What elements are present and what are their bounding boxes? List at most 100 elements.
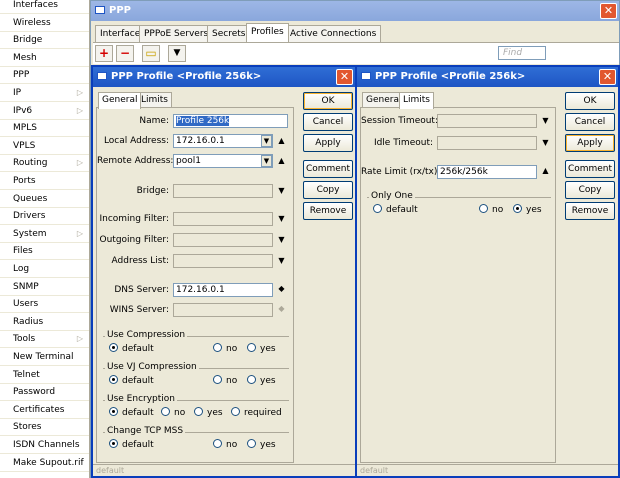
chevron-down-icon[interactable]: ▼ bbox=[261, 155, 272, 167]
radio-yes[interactable]: yes bbox=[513, 204, 542, 215]
sidebar-item-interfaces[interactable]: Interfaces bbox=[0, 0, 89, 14]
sidebar-item-mesh[interactable]: Mesh bbox=[0, 50, 89, 67]
sidebar-item-drivers[interactable]: Drivers bbox=[0, 208, 89, 226]
sidebar-item-stores[interactable]: Stores bbox=[0, 419, 89, 437]
sidebar-item-radius[interactable]: Radius bbox=[0, 314, 89, 331]
close-icon[interactable]: ✕ bbox=[599, 69, 616, 85]
address-list-field[interactable] bbox=[173, 254, 273, 268]
sidebar-item-wireless[interactable]: Wireless bbox=[0, 15, 89, 32]
comment-button[interactable]: Comment bbox=[303, 160, 353, 178]
chevron-down-icon[interactable]: ▼ bbox=[277, 256, 286, 265]
remote-address-field[interactable]: pool1 bbox=[173, 154, 273, 168]
wins-server-field[interactable] bbox=[173, 303, 273, 317]
radio-yes[interactable]: yes bbox=[247, 375, 276, 386]
stepper-icon[interactable]: ◆ bbox=[277, 284, 286, 293]
chevron-down-icon[interactable]: ▼ bbox=[261, 135, 272, 147]
sidebar-item-system[interactable]: System ▷ bbox=[0, 226, 89, 243]
radio-default[interactable]: default bbox=[109, 439, 154, 450]
sidebar-item-ports[interactable]: Ports bbox=[0, 173, 89, 190]
remove-button[interactable]: Remove bbox=[303, 202, 353, 220]
ok-button[interactable]: OK bbox=[565, 92, 615, 110]
radio-yes[interactable]: yes bbox=[247, 439, 276, 450]
sidebar-item-snmp[interactable]: SNMP bbox=[0, 279, 89, 296]
sidebar-item-queues[interactable]: Queues bbox=[0, 191, 89, 208]
comment-icon[interactable]: ▭ bbox=[142, 45, 160, 62]
sidebar-item-make-supout-rif[interactable]: Make Supout.rif bbox=[0, 455, 89, 472]
sidebar-item-files[interactable]: Files bbox=[0, 243, 89, 261]
sidebar-item-certificates[interactable]: Certificates bbox=[0, 402, 89, 419]
incoming-filter-field[interactable] bbox=[173, 212, 273, 226]
radio-default[interactable]: default bbox=[373, 204, 418, 215]
session-timeout-field[interactable] bbox=[437, 114, 537, 128]
outgoing-filter-field[interactable] bbox=[173, 233, 273, 247]
sidebar-item-routing[interactable]: Routing ▷ bbox=[0, 155, 89, 173]
chevron-up-icon[interactable]: ▲ bbox=[277, 136, 286, 145]
sidebar-item-bridge[interactable]: Bridge bbox=[0, 32, 89, 50]
close-icon[interactable]: ✕ bbox=[600, 3, 617, 19]
radio-no[interactable]: no bbox=[213, 375, 237, 386]
sidebar-item-log[interactable]: Log bbox=[0, 261, 89, 278]
tab-general[interactable]: General bbox=[98, 92, 142, 109]
tab-pppoe-servers[interactable]: PPPoE Servers bbox=[139, 25, 214, 42]
sidebar-item-password[interactable]: Password bbox=[0, 384, 89, 402]
radio-no[interactable]: no bbox=[161, 407, 185, 418]
radio-default[interactable]: default bbox=[109, 343, 154, 354]
remove-icon[interactable]: − bbox=[116, 45, 134, 62]
stepper-icon[interactable]: ◆ bbox=[277, 304, 286, 313]
dialog-titlebar[interactable]: PPP Profile <Profile 256k> ✕ bbox=[93, 67, 355, 87]
chevron-down-icon[interactable]: ▼ bbox=[277, 214, 286, 223]
radio-default[interactable]: default bbox=[109, 375, 154, 386]
idle-timeout-field[interactable] bbox=[437, 136, 537, 150]
copy-button[interactable]: Copy bbox=[303, 181, 353, 199]
copy-button[interactable]: Copy bbox=[565, 181, 615, 199]
sidebar-item-ppp[interactable]: PPP bbox=[0, 67, 89, 85]
tab-secrets[interactable]: Secrets bbox=[207, 25, 251, 42]
tab-active-connections[interactable]: Active Connections bbox=[285, 25, 382, 42]
find-input[interactable]: Find bbox=[498, 46, 546, 60]
apply-button[interactable]: Apply bbox=[565, 134, 615, 152]
sidebar-item-mpls[interactable]: MPLS bbox=[0, 120, 89, 138]
dialog-titlebar[interactable]: PPP Profile <Profile 256k> ✕ bbox=[357, 67, 618, 87]
ok-button[interactable]: OK bbox=[303, 92, 353, 110]
chevron-down-icon[interactable]: ▼ bbox=[277, 235, 286, 244]
sidebar-item-vpls[interactable]: VPLS bbox=[0, 138, 89, 155]
radio-no[interactable]: no bbox=[213, 343, 237, 354]
comment-button[interactable]: Comment bbox=[565, 160, 615, 178]
sidebar-item-new-terminal[interactable]: New Terminal bbox=[0, 349, 89, 366]
cancel-button[interactable]: Cancel bbox=[565, 113, 615, 131]
name-field[interactable]: Profile 256k bbox=[173, 114, 288, 128]
chevron-down-icon[interactable]: ▼ bbox=[541, 116, 550, 125]
chevron-down-icon[interactable]: ▼ bbox=[541, 138, 550, 147]
dns-server-field[interactable]: 172.16.0.1 bbox=[173, 283, 273, 297]
add-icon[interactable]: + bbox=[95, 45, 113, 62]
filter-icon[interactable]: ▼ bbox=[168, 45, 186, 62]
chevron-down-icon[interactable]: ▼ bbox=[277, 186, 286, 195]
sidebar-item-isdn-channels[interactable]: ISDN Channels bbox=[0, 437, 89, 454]
ppp-window-titlebar[interactable]: PPP ✕ bbox=[91, 1, 619, 21]
sidebar-item-ip[interactable]: IP ▷ bbox=[0, 85, 89, 102]
tab-interface[interactable]: Interface bbox=[95, 25, 146, 42]
chevron-up-icon[interactable]: ▲ bbox=[277, 156, 286, 165]
chevron-up-icon[interactable]: ▲ bbox=[541, 166, 550, 175]
tab-profiles[interactable]: Profiles bbox=[246, 23, 289, 42]
sidebar-item-label: Ports bbox=[13, 176, 36, 186]
close-icon[interactable]: ✕ bbox=[336, 69, 353, 85]
sidebar-item-ipv6[interactable]: IPv6 ▷ bbox=[0, 103, 89, 120]
apply-button[interactable]: Apply bbox=[303, 134, 353, 152]
radio-no[interactable]: no bbox=[479, 204, 503, 215]
rate-limit-field[interactable]: 256k/256k bbox=[437, 165, 537, 179]
sidebar-item-users[interactable]: Users bbox=[0, 296, 89, 314]
tab-limits[interactable]: Limits bbox=[399, 92, 434, 109]
remove-button[interactable]: Remove bbox=[565, 202, 615, 220]
tab-limits[interactable]: Limits bbox=[137, 92, 172, 107]
radio-default[interactable]: default bbox=[109, 407, 154, 418]
cancel-button[interactable]: Cancel bbox=[303, 113, 353, 131]
bridge-field[interactable] bbox=[173, 184, 273, 198]
radio-no[interactable]: no bbox=[213, 439, 237, 450]
sidebar-item-tools[interactable]: Tools ▷ bbox=[0, 331, 89, 349]
radio-yes[interactable]: yes bbox=[194, 407, 223, 418]
radio-required[interactable]: required bbox=[231, 407, 282, 418]
sidebar-item-telnet[interactable]: Telnet bbox=[0, 367, 89, 384]
local-address-field[interactable]: 172.16.0.1 bbox=[173, 134, 273, 148]
radio-yes[interactable]: yes bbox=[247, 343, 276, 354]
